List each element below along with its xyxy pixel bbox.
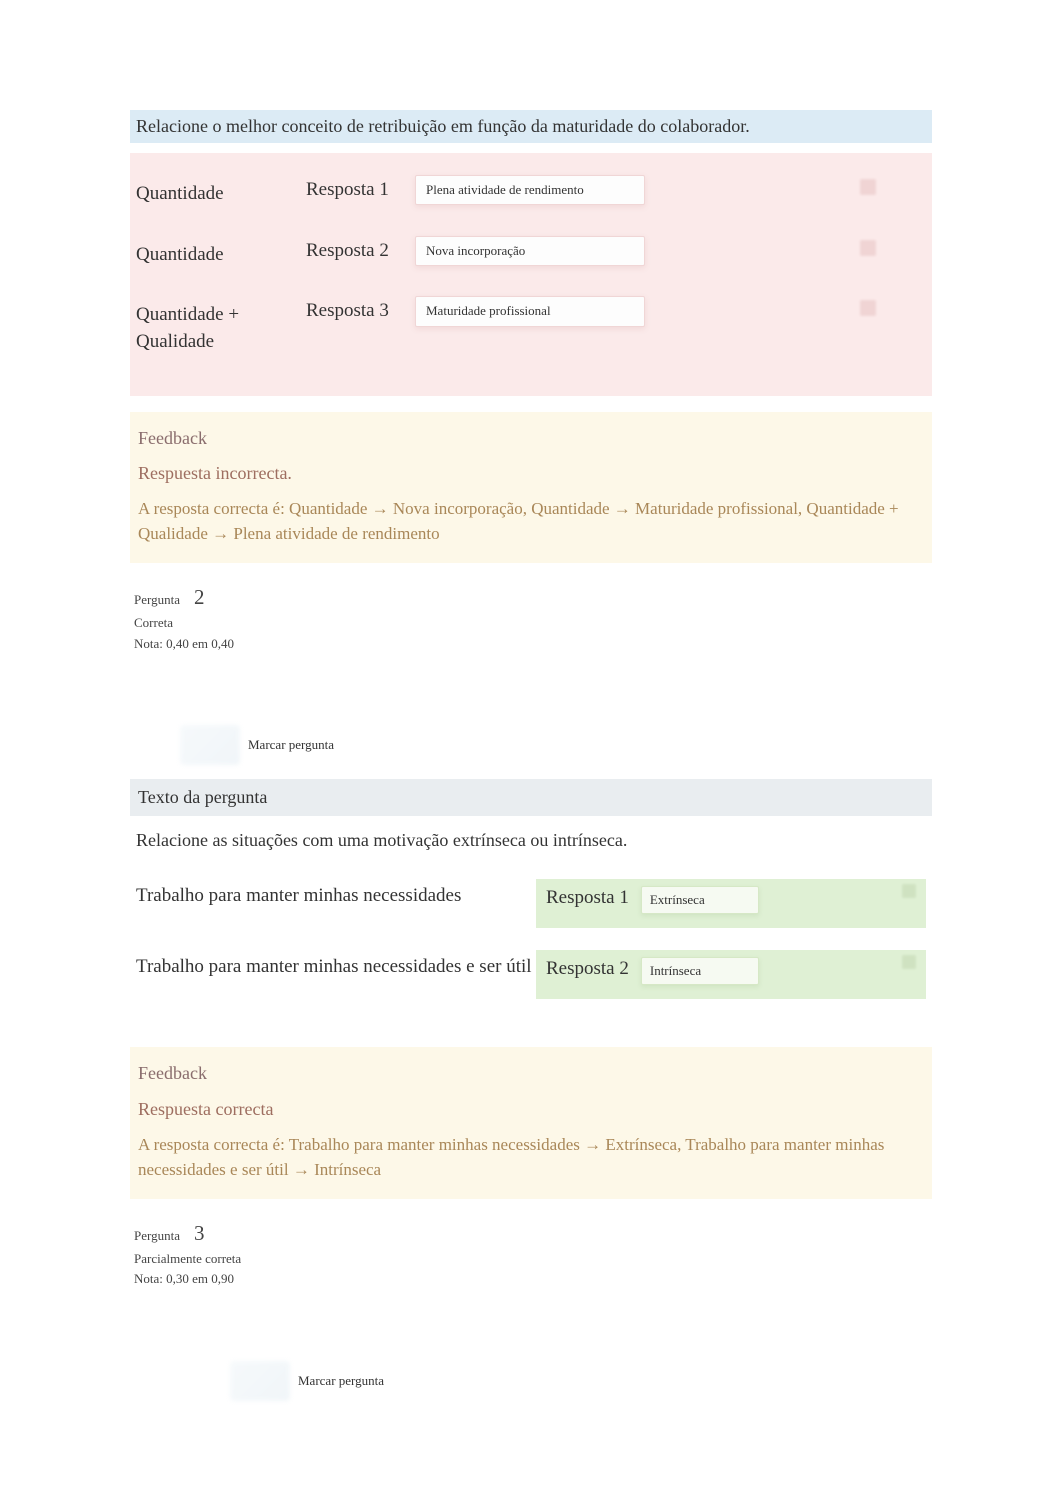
match-response-label: Resposta 2 <box>546 956 629 983</box>
feedback-block: Feedback Respuesta correcta A resposta c… <box>130 1047 932 1198</box>
feedback-correct-answer: A resposta correcta é: Trabalho para man… <box>138 1132 924 1183</box>
question-instruction: Relacione o melhor conceito de retribuiç… <box>130 110 932 143</box>
question-status: Correta <box>134 614 928 632</box>
match-row: Trabalho para manter minhas necessidades… <box>136 879 926 928</box>
question-status: Parcialmente correta <box>134 1250 928 1268</box>
flag-icon <box>180 725 240 765</box>
feedback-heading: Feedback <box>138 1061 924 1086</box>
check-icon <box>902 884 916 898</box>
match-select[interactable]: Nova incorporação <box>415 236 645 266</box>
feedback-status: Respuesta correcta <box>138 1097 924 1122</box>
match-row: Quantidade Resposta 1 Plena atividade de… <box>136 175 926 208</box>
flag-icon <box>230 1361 290 1401</box>
flag-label: Marcar pergunta <box>298 1372 384 1390</box>
match-response-label: Resposta 2 <box>306 236 411 265</box>
cross-icon <box>860 240 876 256</box>
flag-label: Marcar pergunta <box>248 736 334 754</box>
match-row: Quantidade + Qualidade Resposta 3 Maturi… <box>136 296 926 355</box>
match-response-label: Resposta 1 <box>306 175 411 204</box>
match-prompt: Quantidade <box>136 175 306 208</box>
question-grade: Nota: 0,30 em 0,90 <box>134 1270 928 1288</box>
match-row: Trabalho para manter minhas necessidades… <box>136 950 926 999</box>
pergunta-label: Pergunta <box>134 591 180 609</box>
match-select[interactable]: Intrínseca <box>641 957 759 985</box>
feedback-correct-answer: A resposta correcta é: Quantidade → Nova… <box>138 496 924 547</box>
match-row: Quantidade Resposta 2 Nova incorporação <box>136 236 926 269</box>
question-meta: Pergunta 3 Parcialmente correta Nota: 0,… <box>130 1217 932 1291</box>
question-number: 2 <box>194 583 205 612</box>
flag-question-link[interactable]: Marcar pergunta <box>180 725 932 765</box>
feedback-status: Respuesta incorrecta. <box>138 461 924 486</box>
pergunta-label: Pergunta <box>134 1227 180 1245</box>
feedback-heading: Feedback <box>138 426 924 451</box>
match-prompt: Trabalho para manter minhas necessidades <box>136 879 536 910</box>
question-instruction: Relacione as situações com uma motivação… <box>130 816 932 861</box>
cross-icon <box>860 179 876 195</box>
match-select[interactable]: Extrínseca <box>641 886 759 914</box>
match-response-label: Resposta 1 <box>546 885 629 912</box>
question-number: 3 <box>194 1219 205 1248</box>
cross-icon <box>860 300 876 316</box>
match-select[interactable]: Maturidade profissional <box>415 296 645 326</box>
question-text-heading: Texto da pergunta <box>130 779 932 816</box>
check-icon <box>902 955 916 969</box>
matching-block-correct: Trabalho para manter minhas necessidades… <box>130 861 932 1031</box>
feedback-block: Feedback Respuesta incorrecta. A respost… <box>130 412 932 563</box>
match-select[interactable]: Plena atividade de rendimento <box>415 175 645 205</box>
match-prompt: Trabalho para manter minhas necessidades… <box>136 950 536 981</box>
match-prompt: Quantidade <box>136 236 306 269</box>
flag-question-link[interactable]: Marcar pergunta <box>230 1361 932 1401</box>
matching-block-incorrect: Quantidade Resposta 1 Plena atividade de… <box>130 153 932 395</box>
question-grade: Nota: 0,40 em 0,40 <box>134 635 928 653</box>
question-meta: Pergunta 2 Correta Nota: 0,40 em 0,40 <box>130 581 932 655</box>
match-prompt: Quantidade + Qualidade <box>136 296 306 355</box>
match-response-label: Resposta 3 <box>306 296 411 325</box>
